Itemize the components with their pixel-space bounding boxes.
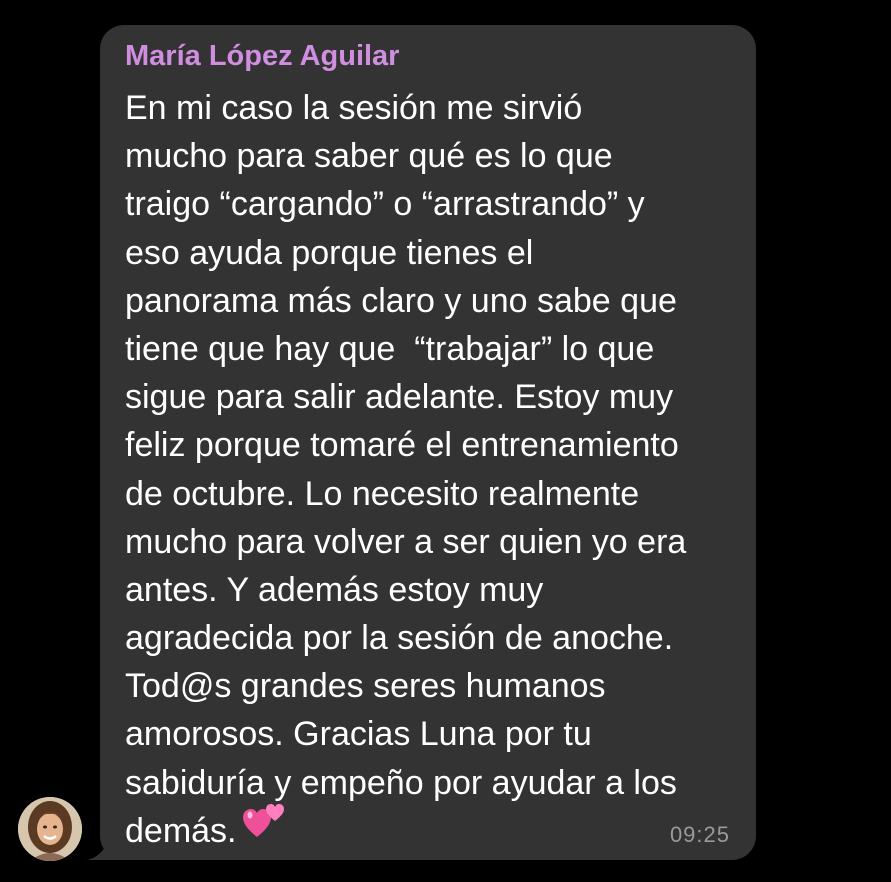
message-line: Tod@s grandes seres humanos: [125, 667, 606, 706]
message-line: tiene que hay que “trabajar” lo que: [125, 329, 655, 368]
message-line: mucho para volver a ser quien yo era: [125, 522, 687, 561]
sender-name[interactable]: María López Aguilar: [125, 39, 732, 73]
message-line: En mi caso la sesión me sirvió: [125, 89, 583, 127]
message-line: eso ayuda porque tienes el: [125, 233, 534, 272]
message-line: agradecida por la sesión de anoche.: [125, 619, 674, 658]
message-line-text: demás.: [125, 811, 237, 850]
message-line: traigo “cargando” o “arrastrando” y: [125, 185, 645, 224]
message-line: mucho para saber qué es lo que: [125, 137, 613, 176]
message-text: En mi caso la sesión me sirvió mucho par…: [125, 84, 732, 855]
message-line: sabiduría y empeño por ayudar a los: [125, 763, 677, 802]
avatar-photo: [18, 797, 82, 861]
message-line: sigue para salir adelante. Estoy muy: [125, 378, 674, 417]
message-line: de octubre. Lo necesito realmente: [125, 474, 640, 513]
two-hearts-icon: [242, 801, 287, 854]
sender-avatar[interactable]: [18, 797, 82, 861]
chat-area: María López Aguilar En mi caso la sesión…: [0, 0, 891, 882]
message-line: feliz porque tomaré el entrenamiento: [125, 426, 679, 465]
message-line-last: demás.: [125, 804, 732, 855]
message-timestamp: 09:25: [669, 822, 730, 847]
message-line: panorama más claro y uno sabe que: [125, 281, 677, 320]
message-bubble[interactable]: María López Aguilar En mi caso la sesión…: [100, 25, 756, 860]
message-line: antes. Y además estoy muy: [125, 570, 544, 609]
message-line: amorosos. Gracias Luna por tu: [125, 715, 592, 754]
